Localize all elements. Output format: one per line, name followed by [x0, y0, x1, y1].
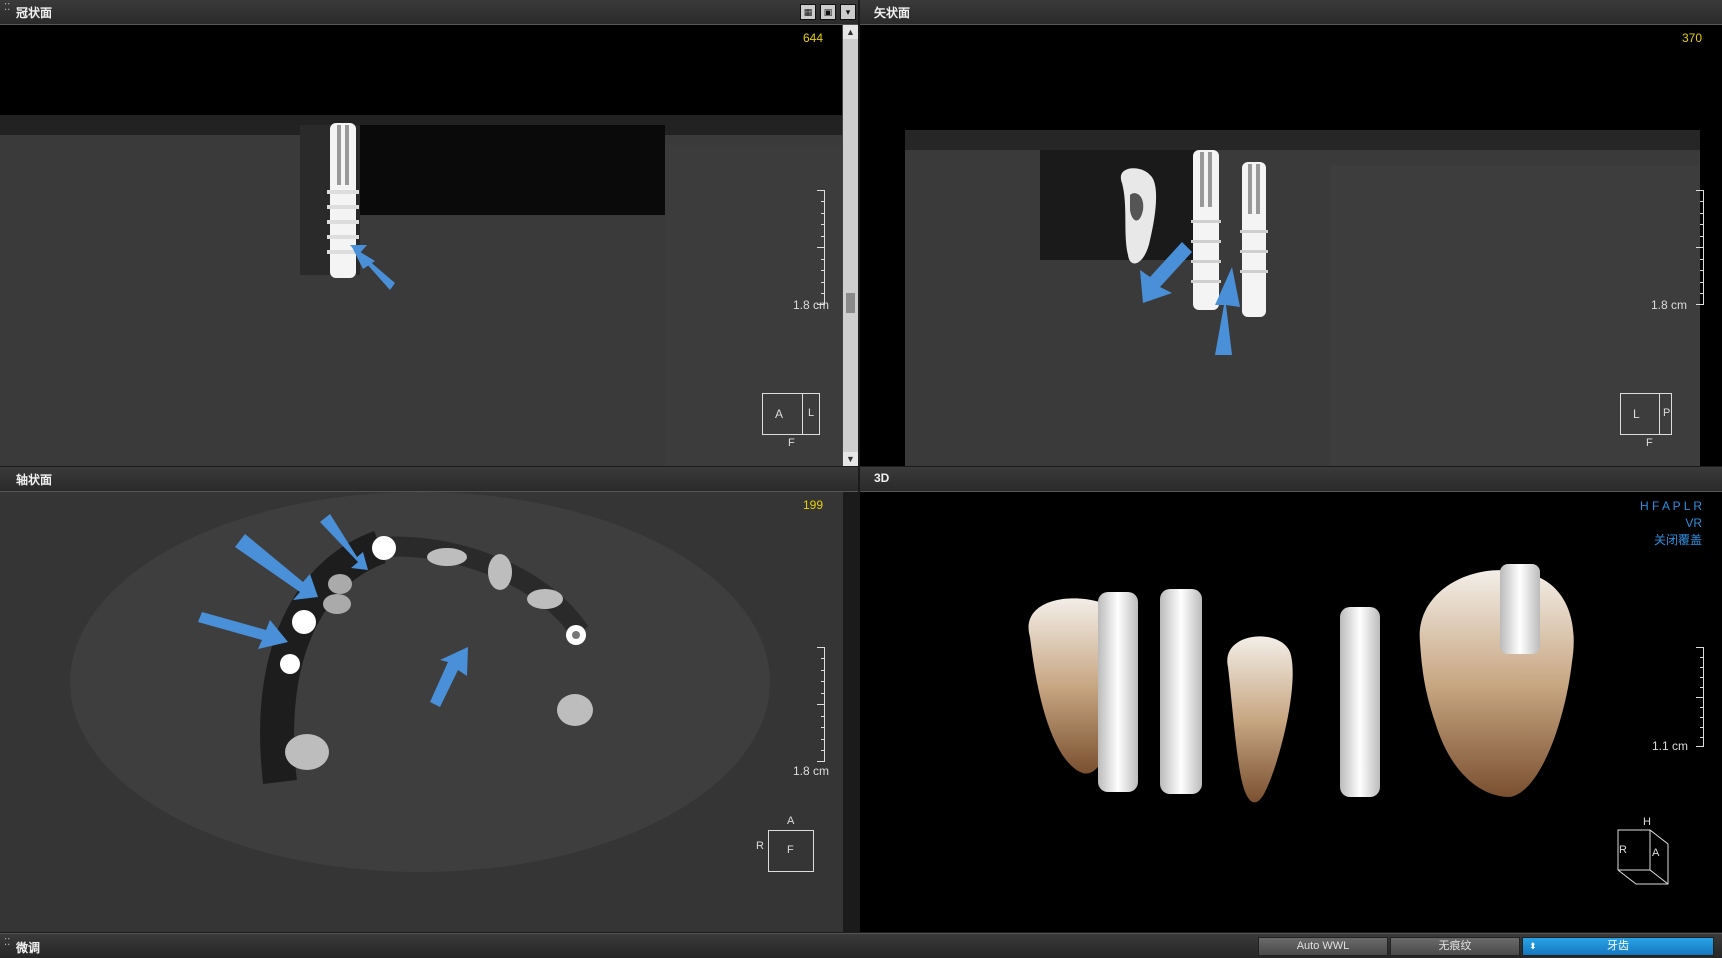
axial-viewport[interactable]: 199 1.8 cm A R F — [0, 492, 843, 932]
coronal-viewport[interactable]: 644 1.8 cm A L F — [0, 25, 843, 466]
coronal-header: ⁚⁚ 冠状面 ▦ ▣ ▾ — [0, 0, 858, 25]
coronal-panel: ⁚⁚ 冠状面 ▦ ▣ ▾ 644 1.8 cm A L F ▲ ▼ — [0, 0, 858, 466]
orient-left-label: R — [1619, 844, 1627, 856]
scale-label: 1.8 cm — [793, 298, 830, 312]
threed-viewport[interactable]: H F A P L R VR 关闭覆盖 1.1 cm H R A — [860, 492, 1722, 932]
orient-right-label: P — [1663, 407, 1671, 419]
overlay-text: H F A P L R VR 关闭覆盖 — [1640, 498, 1702, 549]
coronal-image — [0, 25, 843, 466]
preset-select-label: 牙齿 — [1607, 940, 1629, 952]
auto-wwl-button[interactable]: Auto WWL — [1258, 937, 1388, 956]
scroll-down-icon[interactable]: ▼ — [843, 452, 858, 466]
scroll-up-icon[interactable]: ▲ — [843, 25, 858, 39]
scale-label: 1.8 cm — [793, 764, 830, 778]
sagittal-header: 矢状面 — [860, 0, 1722, 25]
slice-number: 644 — [802, 31, 823, 45]
axial-gutter — [843, 492, 858, 932]
threed-panel: 3D H F A P L R VR 关闭覆盖 1.1 cm H R A — [860, 467, 1722, 932]
scale-bar — [811, 647, 825, 762]
orient-top-label: A — [787, 815, 795, 827]
toggle-overlay-link[interactable]: 关闭覆盖 — [1640, 532, 1702, 549]
sagittal-viewport[interactable]: 370 1.8 cm L P F — [860, 25, 1722, 466]
slice-number: 199 — [802, 498, 823, 512]
sagittal-title: 矢状面 — [874, 6, 911, 20]
scale-label: 1.8 cm — [1651, 298, 1688, 312]
sagittal-panel: 矢状面 370 1.8 cm L P F — [860, 0, 1722, 466]
orient-center-label: F — [787, 844, 794, 856]
axial-header: 轴状面 — [0, 467, 858, 492]
threed-header: 3D — [860, 467, 1722, 492]
screenshot-icon[interactable]: ▣ — [820, 4, 836, 20]
axial-image — [0, 492, 843, 932]
threed-title: 3D — [874, 471, 890, 485]
orientation-cube[interactable]: F — [768, 830, 814, 872]
axial-panel: 轴状面 199 1.8 cm A R F — [0, 467, 858, 932]
scale-bar — [1690, 190, 1704, 305]
orient-bottom-label: F — [788, 437, 795, 449]
axial-title: 轴状面 — [16, 473, 53, 487]
orient-left-label: R — [756, 840, 764, 852]
orient-center-label: L — [1633, 407, 1640, 421]
scale-bar — [811, 190, 825, 305]
grip-icon[interactable]: ⁚⁚ — [4, 3, 10, 18]
coronal-title: 冠状面 — [16, 6, 53, 20]
grip-icon[interactable]: ⁚⁚ — [4, 938, 10, 948]
orient-top-label: H — [1643, 816, 1651, 828]
orient-right-label: A — [1652, 847, 1660, 859]
slice-number: 370 — [1681, 31, 1702, 45]
no-artifact-button[interactable]: 无痕纹 — [1390, 937, 1520, 956]
scale-label: 1.1 cm — [1652, 739, 1689, 753]
orient-bottom-label: F — [1646, 437, 1653, 449]
orientation-cube[interactable]: L P — [1620, 393, 1672, 435]
slice-scrollbar[interactable]: ▲ ▼ — [842, 25, 858, 466]
orient-center-label: A — [775, 407, 784, 421]
orient-right-label: L — [808, 407, 815, 419]
dropdown-icon[interactable]: ▾ — [840, 4, 856, 20]
grid-layout-icon[interactable]: ▦ — [800, 4, 816, 20]
render-mode-label[interactable]: VR — [1640, 515, 1702, 532]
orientation-cube[interactable]: A L — [762, 393, 820, 435]
sagittal-image — [860, 25, 1722, 466]
preset-select[interactable]: ⬍ 牙齿 — [1522, 937, 1714, 956]
fine-tune-title: 微调 — [16, 941, 41, 955]
bottom-toolbar: ⁚⁚ 微调 Auto WWL 无痕纹 ⬍ 牙齿 — [0, 933, 1722, 958]
threed-image — [860, 492, 1722, 932]
scale-bar — [1690, 647, 1704, 747]
scroll-thumb[interactable] — [846, 293, 855, 313]
orientation-letters[interactable]: H F A P L R — [1640, 498, 1702, 515]
preset-spinner-icon[interactable]: ⬍ — [1529, 938, 1537, 955]
